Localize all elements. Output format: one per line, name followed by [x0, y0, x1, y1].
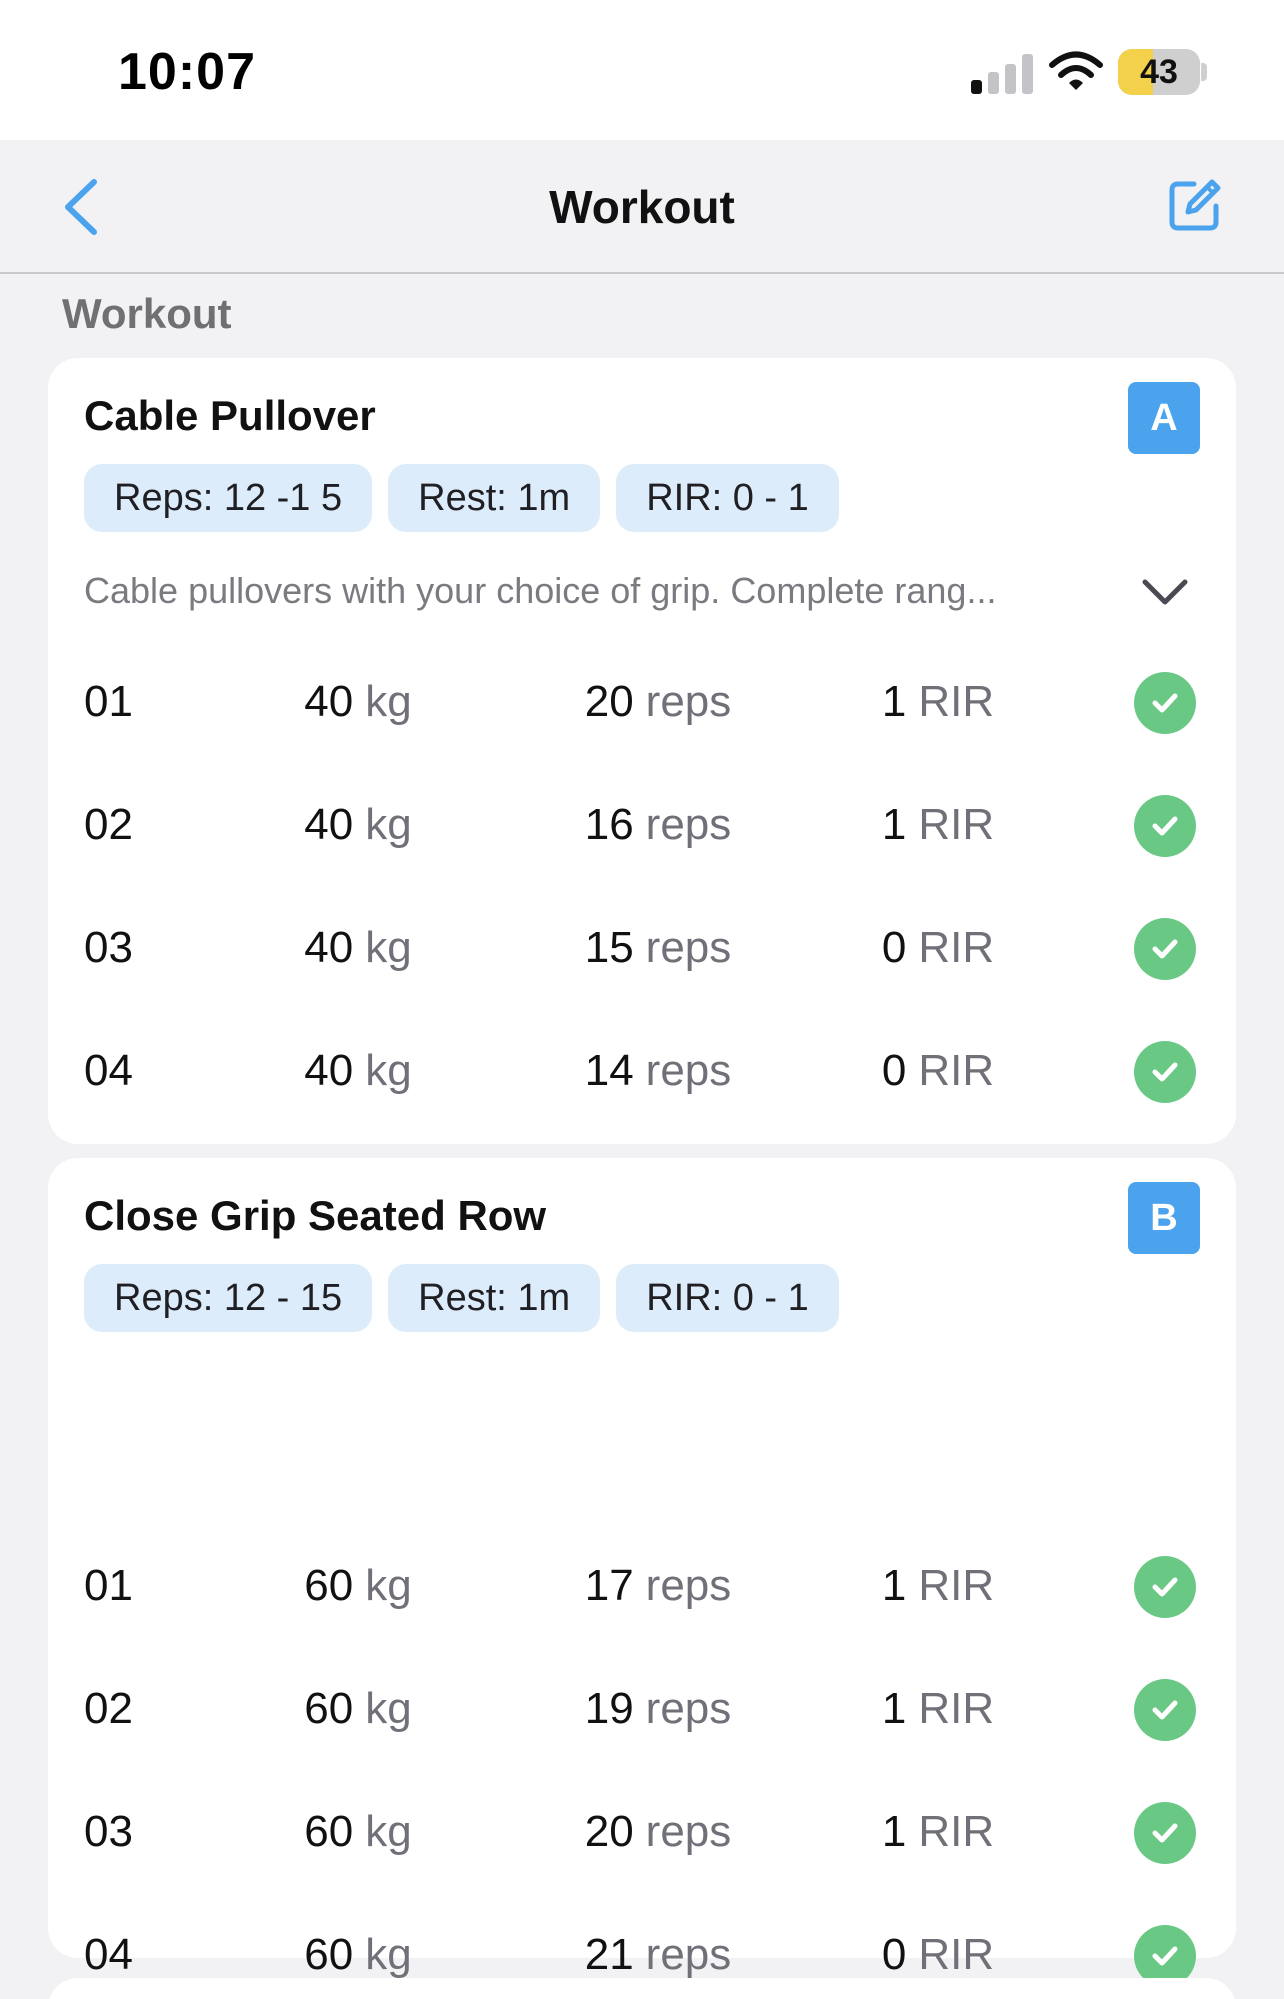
set-weight: 60 kg [304, 1807, 412, 1856]
check-circle-icon[interactable] [1134, 672, 1196, 734]
set-rir: 0 RIR [881, 923, 995, 972]
set-row[interactable]: 02 40 kg 16 reps 1 RIR [48, 775, 1236, 875]
set-number: 03 [84, 923, 133, 972]
set-weight: 60 kg [304, 1561, 412, 1610]
reps-chip: Reps: 12 - 15 [84, 1264, 373, 1332]
exercise-card: Close Grip Seated Row B Reps: 12 - 15 Re… [48, 1158, 1236, 1987]
edit-icon[interactable] [1166, 176, 1224, 234]
set-rir: 1 RIR [881, 800, 995, 849]
nav-title: Workout [549, 181, 735, 233]
exercise-description[interactable]: Cable pullovers with your choice of grip… [84, 570, 1104, 612]
set-row[interactable]: 01 60 kg 17 reps 1 RIR [48, 1536, 1236, 1636]
set-number: 04 [84, 1046, 133, 1095]
set-rir: 1 RIR [881, 677, 995, 726]
reps-chip: Reps: 12 -1 5 [84, 464, 373, 532]
set-weight: 40 kg [304, 677, 412, 726]
set-row[interactable]: 03 60 kg 20 reps 1 RIR [48, 1782, 1236, 1882]
set-weight: 40 kg [304, 800, 412, 849]
check-circle-icon[interactable] [1134, 1556, 1196, 1618]
cellular-signal-icon [971, 52, 1033, 94]
set-reps: 19 reps [584, 1684, 732, 1733]
set-weight: 40 kg [304, 1046, 412, 1095]
check-circle-icon[interactable] [1134, 795, 1196, 857]
exercise-name: Close Grip Seated Row [84, 1192, 547, 1239]
exercise-badge: B [1128, 1182, 1200, 1254]
exercise-card: Cable Pullover A Reps: 12 -1 5 Rest: 1m … [48, 358, 1236, 1144]
set-row[interactable]: 02 60 kg 19 reps 1 RIR [48, 1659, 1236, 1759]
status-time: 10:07 [118, 43, 256, 101]
set-number: 01 [84, 677, 133, 726]
set-row[interactable]: 01 40 kg 20 reps 1 RIR [48, 652, 1236, 752]
check-circle-icon[interactable] [1134, 918, 1196, 980]
chevron-left-icon[interactable] [58, 176, 106, 238]
rest-chip: Rest: 1m [388, 464, 601, 532]
set-reps: 15 reps [584, 923, 732, 972]
exercise-name: Cable Pullover [84, 392, 376, 439]
check-circle-icon[interactable] [1134, 1679, 1196, 1741]
exercise-chips: Reps: 12 -1 5 Rest: 1m RIR: 0 - 1 [84, 464, 839, 532]
set-row[interactable]: 04 40 kg 14 reps 0 RIR [48, 1021, 1236, 1121]
exercise-badge: A [1128, 382, 1200, 454]
set-reps: 16 reps [584, 800, 732, 849]
exercise-card-partial [48, 1978, 1236, 1999]
status-bar: 10:07 43 [0, 0, 1284, 140]
check-circle-icon[interactable] [1134, 1802, 1196, 1864]
set-weight: 60 kg [304, 1684, 412, 1733]
set-rir: 0 RIR [881, 1046, 995, 1095]
set-number: 02 [84, 1684, 133, 1733]
battery-level: 43 [1140, 52, 1178, 91]
exercise-chips: Reps: 12 - 15 Rest: 1m RIR: 0 - 1 [84, 1264, 839, 1332]
set-rir: 1 RIR [881, 1561, 995, 1610]
nav-bar: Workout [0, 140, 1284, 274]
rir-chip: RIR: 0 - 1 [616, 464, 839, 532]
set-weight: 40 kg [304, 923, 412, 972]
set-number: 02 [84, 800, 133, 849]
set-reps: 14 reps [584, 1046, 732, 1095]
wifi-icon [1049, 51, 1103, 90]
set-number: 03 [84, 1807, 133, 1856]
check-circle-icon[interactable] [1134, 1041, 1196, 1103]
battery-tip [1201, 63, 1207, 81]
set-row[interactable]: 03 40 kg 15 reps 0 RIR [48, 898, 1236, 998]
set-reps: 20 reps [584, 677, 732, 726]
set-reps: 17 reps [584, 1561, 732, 1610]
section-title: Workout [62, 290, 232, 337]
chevron-down-icon[interactable] [1140, 572, 1190, 612]
set-reps: 20 reps [584, 1807, 732, 1856]
battery-icon: 43 [1118, 49, 1200, 95]
rir-chip: RIR: 0 - 1 [616, 1264, 839, 1332]
set-number: 01 [84, 1561, 133, 1610]
set-rir: 1 RIR [881, 1684, 995, 1733]
set-rir: 1 RIR [881, 1807, 995, 1856]
rest-chip: Rest: 1m [388, 1264, 601, 1332]
